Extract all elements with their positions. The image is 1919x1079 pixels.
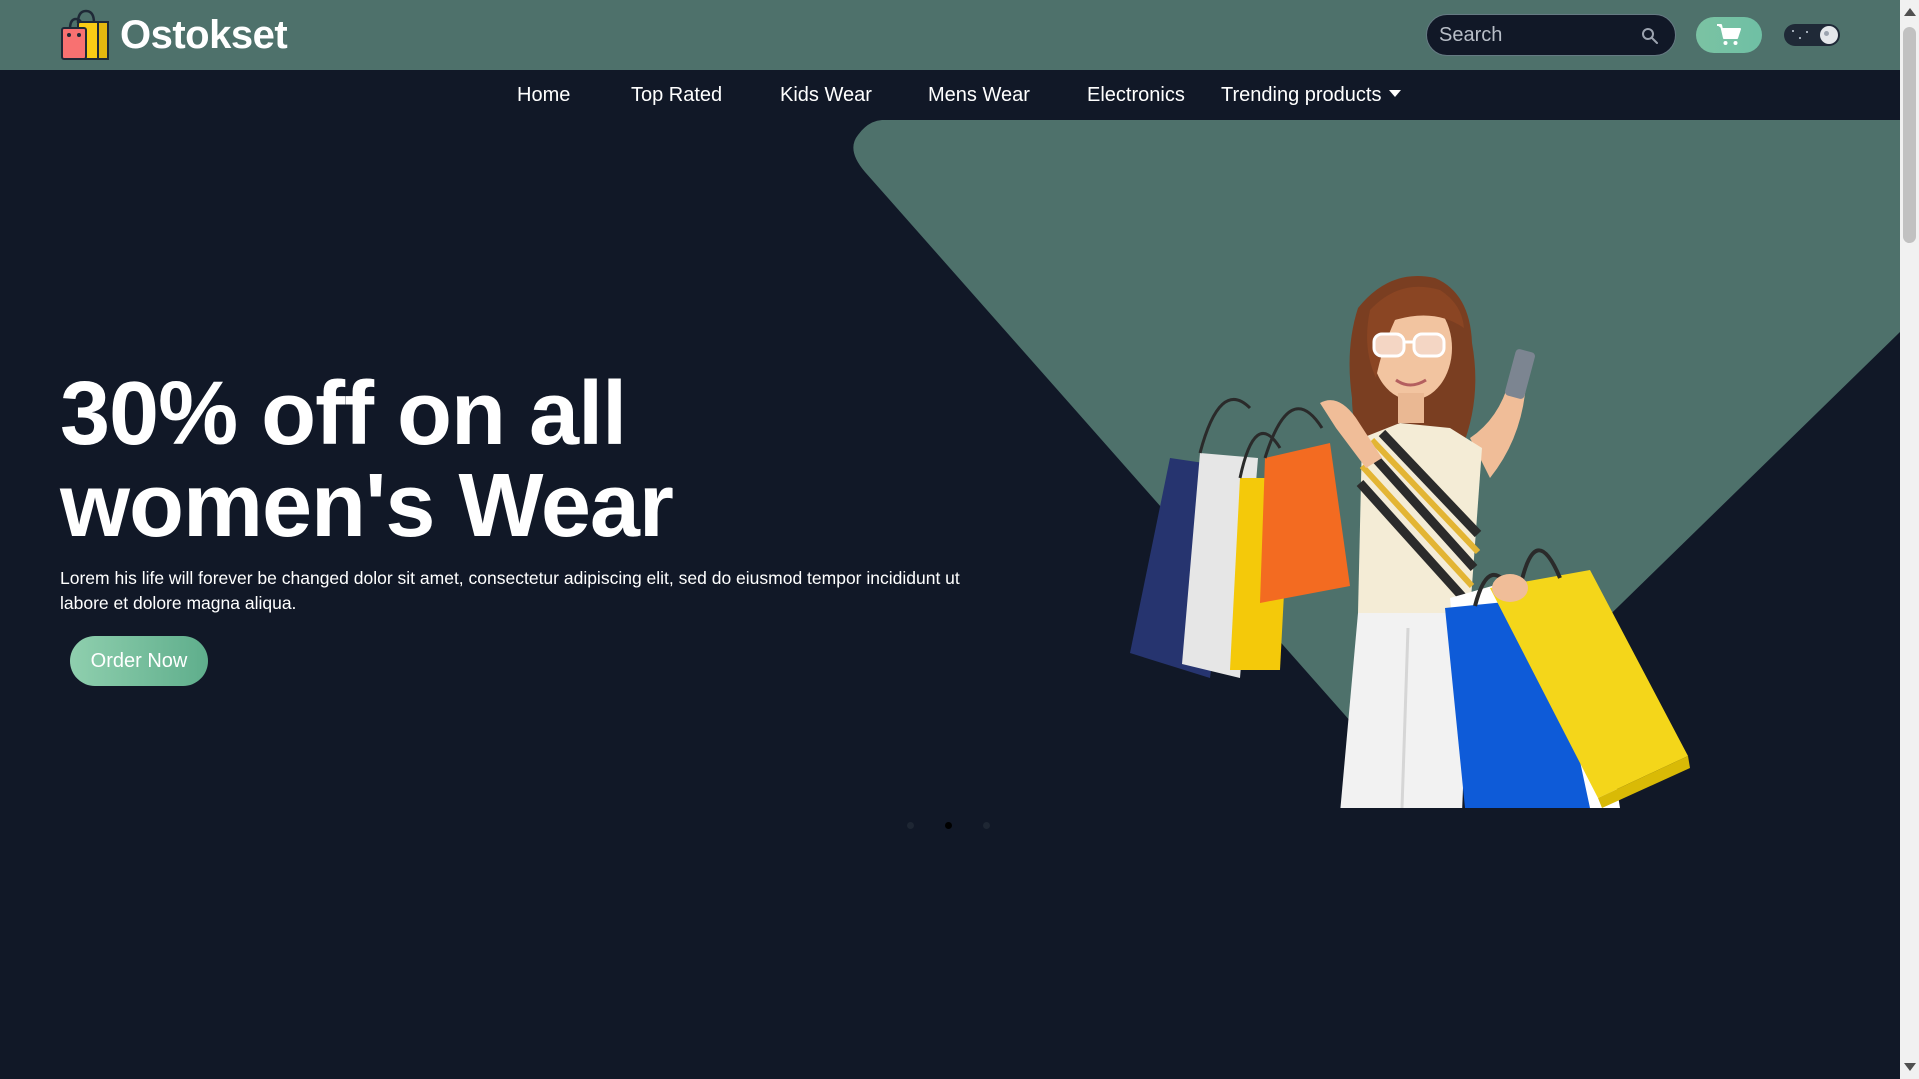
nav-item-trending-products[interactable]: Trending products (1221, 70, 1402, 120)
brand-logo[interactable]: Ostokset (58, 9, 288, 61)
carousel-dot-2[interactable] (945, 822, 952, 829)
nav-item-home[interactable]: Home (517, 70, 570, 120)
search-bar (1426, 14, 1676, 56)
shopping-bags-icon (61, 9, 109, 60)
main-nav: Home Top Rated Kids Wear Mens Wear Elect… (0, 70, 1900, 120)
hero-shopping-woman-image (1130, 276, 1690, 808)
scroll-up-arrow-icon[interactable] (1904, 8, 1916, 16)
cart-button[interactable] (1696, 17, 1762, 53)
hero-title: 30% off on all women's Wear (60, 364, 674, 556)
dark-mode-toggle[interactable] (1784, 24, 1840, 46)
order-now-button[interactable]: Order Now (70, 636, 208, 686)
nav-item-label: Trending products (1221, 84, 1382, 106)
top-bar: Ostokset (0, 0, 1900, 70)
nav-item-kids-wear[interactable]: Kids Wear (780, 70, 872, 120)
nav-item-mens-wear[interactable]: Mens Wear (928, 70, 1030, 120)
hero-description: Lorem his life will forever be changed d… (60, 568, 960, 613)
search-input[interactable] (1437, 15, 1627, 55)
page: Ostokset Home Top Rated (0, 0, 1919, 1079)
cart-icon (1717, 24, 1741, 45)
brand-name: Ostokset (120, 13, 288, 57)
caret-down-icon (1389, 90, 1402, 98)
scroll-down-arrow-icon[interactable] (1904, 1063, 1916, 1071)
nav-item-electronics[interactable]: Electronics (1087, 70, 1185, 120)
nav-item-top-rated[interactable]: Top Rated (631, 70, 722, 120)
moon-icon (1820, 26, 1838, 44)
carousel-dot-3[interactable] (983, 822, 990, 829)
scroll-thumb[interactable] (1903, 27, 1916, 243)
search-icon[interactable] (1641, 27, 1659, 45)
carousel-dot-1[interactable] (907, 822, 914, 829)
carousel-indicators (907, 822, 997, 832)
page-scrollbar[interactable] (1900, 0, 1919, 1079)
